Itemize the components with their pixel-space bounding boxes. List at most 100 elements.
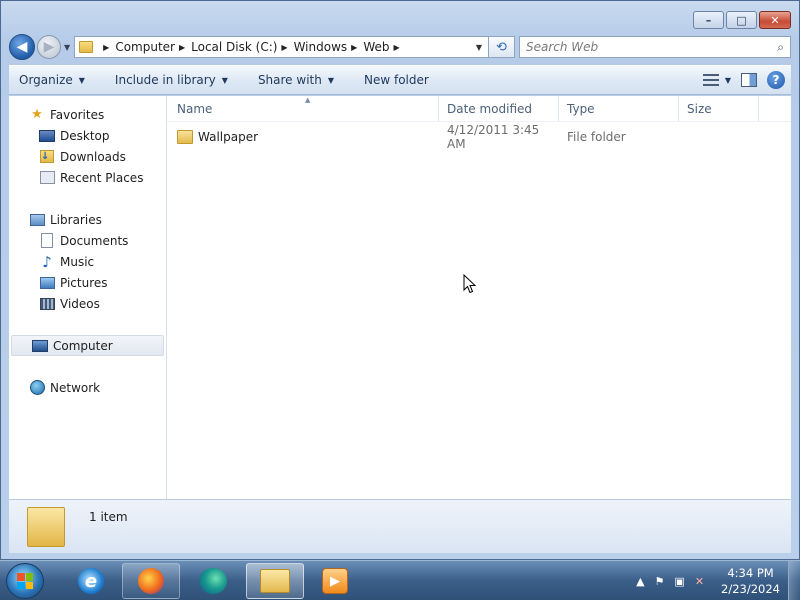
nav-label: Videos	[60, 296, 100, 311]
nav-music[interactable]: ♪ Music	[9, 251, 166, 272]
column-name[interactable]: Name	[167, 95, 439, 122]
new-folder-button[interactable]: New folder	[364, 73, 429, 87]
minimize-button[interactable]: –	[693, 11, 724, 29]
nav-desktop[interactable]: Desktop	[9, 125, 166, 146]
folder-icon	[27, 506, 65, 547]
forward-button[interactable]: ▶	[37, 35, 61, 59]
column-size[interactable]: Size	[679, 95, 759, 122]
organize-label: Organize	[19, 73, 73, 87]
nav-label: Desktop	[60, 128, 110, 143]
chevron-down-icon[interactable]: ▼	[725, 76, 731, 85]
system-tray: ▲ ⚑ ▣ ✕ 4:34 PM 2/23/2024	[631, 561, 800, 600]
edge-icon	[199, 568, 227, 594]
breadcrumb-local-disk[interactable]: Local Disk (C:)	[191, 40, 277, 54]
details-pane: 1 item	[9, 499, 791, 553]
breadcrumb-separator[interactable]: ▶	[393, 43, 399, 52]
nav-computer[interactable]: Computer	[11, 335, 164, 356]
change-view-button[interactable]: ▼	[702, 74, 731, 86]
share-with-button[interactable]: Share with ▼	[258, 73, 334, 87]
breadcrumb-separator[interactable]: ▶	[351, 43, 357, 52]
star-icon: ★	[31, 107, 43, 122]
breadcrumb-separator[interactable]: ▶	[179, 43, 185, 52]
column-type[interactable]: Type	[559, 95, 679, 122]
libraries-icon	[29, 213, 45, 226]
file-date-modified: 4/12/2011 3:45 AM	[447, 123, 540, 151]
taskbar-edge[interactable]	[184, 563, 242, 599]
videos-icon	[39, 297, 55, 310]
column-date-modified[interactable]: Date modified	[439, 95, 559, 122]
network-status-icon[interactable]: ▣	[674, 575, 684, 588]
action-center-flag-icon[interactable]: ⚑	[655, 575, 665, 588]
nav-favorites[interactable]: ★ Favorites	[9, 104, 166, 125]
nav-label: Pictures	[60, 275, 108, 290]
window-controls: – □ ✕	[693, 11, 791, 29]
back-button[interactable]: ◀	[9, 34, 35, 60]
include-in-library-label: Include in library	[114, 73, 216, 87]
network-icon	[29, 380, 45, 395]
chevron-down-icon: ▼	[221, 75, 228, 85]
maximize-button[interactable]: □	[726, 11, 757, 29]
file-name[interactable]: Wallpaper	[198, 130, 258, 144]
clock-time: 4:34 PM	[727, 566, 774, 580]
taskbar-firefox[interactable]	[122, 563, 180, 599]
chevron-down-icon: ▼	[327, 75, 334, 85]
recent-pages-dropdown[interactable]: ▼	[64, 43, 70, 52]
new-folder-label: New folder	[364, 73, 429, 87]
close-button[interactable]: ✕	[759, 11, 791, 29]
clock-date: 2/23/2024	[721, 582, 780, 596]
nav-pictures[interactable]: Pictures	[9, 272, 166, 293]
chevron-down-icon: ▼	[78, 75, 85, 85]
explorer-body: ★ Favorites Desktop ↓ Downloads Recent Pla…	[9, 95, 791, 499]
address-bar[interactable]: ▶ Computer ▶ Local Disk (C:) ▶ Windows ▶…	[74, 36, 489, 58]
navigation-bar: ◀ ▶ ▼ ▶ Computer ▶ Local Disk (C:) ▶ Win…	[9, 33, 791, 61]
desktop-icon	[39, 129, 55, 142]
search-input[interactable]	[526, 40, 778, 54]
nav-documents[interactable]: Documents	[9, 230, 166, 251]
refresh-icon: ⟲	[496, 39, 507, 55]
close-icon: ✕	[770, 13, 780, 27]
taskbar: e ▶ ▲ ⚑ ▣ ✕ 4:34 PM 2/23/2024	[0, 560, 800, 600]
nav-label: Downloads	[60, 149, 126, 164]
search-icon[interactable]: ⌕	[777, 40, 784, 55]
pictures-icon	[39, 276, 55, 289]
downloads-icon: ↓	[40, 150, 54, 163]
file-list[interactable]: ▲ Name Date modified Type Size Wallpaper…	[167, 95, 791, 499]
volume-muted-icon[interactable]: ✕	[695, 575, 704, 588]
help-icon[interactable]: ?	[767, 71, 785, 89]
breadcrumb-computer[interactable]: Computer	[115, 40, 175, 54]
show-desktop-button[interactable]	[788, 561, 800, 600]
nav-label: Libraries	[50, 212, 102, 227]
documents-icon	[41, 233, 53, 248]
music-icon: ♪	[42, 252, 52, 271]
address-dropdown-icon[interactable]: ▼	[470, 43, 488, 52]
nav-network[interactable]: Network	[9, 377, 166, 398]
breadcrumb-web[interactable]: Web	[363, 40, 389, 54]
include-in-library-button[interactable]: Include in library ▼	[115, 73, 228, 87]
taskbar-internet-explorer[interactable]: e	[62, 563, 120, 599]
navigation-pane[interactable]: ★ Favorites Desktop ↓ Downloads Recent Pla…	[9, 96, 167, 499]
nav-downloads[interactable]: ↓ Downloads	[9, 146, 166, 167]
taskbar-windows-explorer[interactable]	[246, 563, 304, 599]
maximize-icon: □	[736, 13, 747, 27]
preview-pane-icon[interactable]	[741, 73, 757, 87]
table-row[interactable]: Wallpaper 4/12/2011 3:45 AM File folder	[167, 123, 791, 151]
clock[interactable]: 4:34 PM 2/23/2024	[721, 565, 780, 597]
show-hidden-icons-icon[interactable]: ▲	[636, 575, 644, 588]
recent-places-icon	[39, 171, 55, 184]
nav-label: Music	[60, 254, 95, 269]
nav-libraries[interactable]: Libraries	[9, 209, 166, 230]
mouse-pointer-icon	[463, 274, 477, 294]
sort-ascending-icon: ▲	[305, 96, 311, 104]
organize-button[interactable]: Organize ▼	[19, 73, 85, 87]
back-arrow-icon: ◀	[16, 39, 28, 55]
start-button[interactable]	[6, 563, 44, 599]
breadcrumb-windows[interactable]: Windows	[294, 40, 348, 54]
breadcrumb-separator[interactable]: ▶	[281, 43, 287, 52]
nav-recent-places[interactable]: Recent Places	[9, 167, 166, 188]
nav-videos[interactable]: Videos	[9, 293, 166, 314]
breadcrumb-separator[interactable]: ▶	[103, 43, 109, 52]
share-with-label: Share with	[257, 73, 322, 87]
taskbar-media-player[interactable]: ▶	[306, 563, 364, 599]
search-box[interactable]: ⌕	[519, 36, 791, 58]
refresh-button[interactable]: ⟲	[489, 36, 515, 58]
